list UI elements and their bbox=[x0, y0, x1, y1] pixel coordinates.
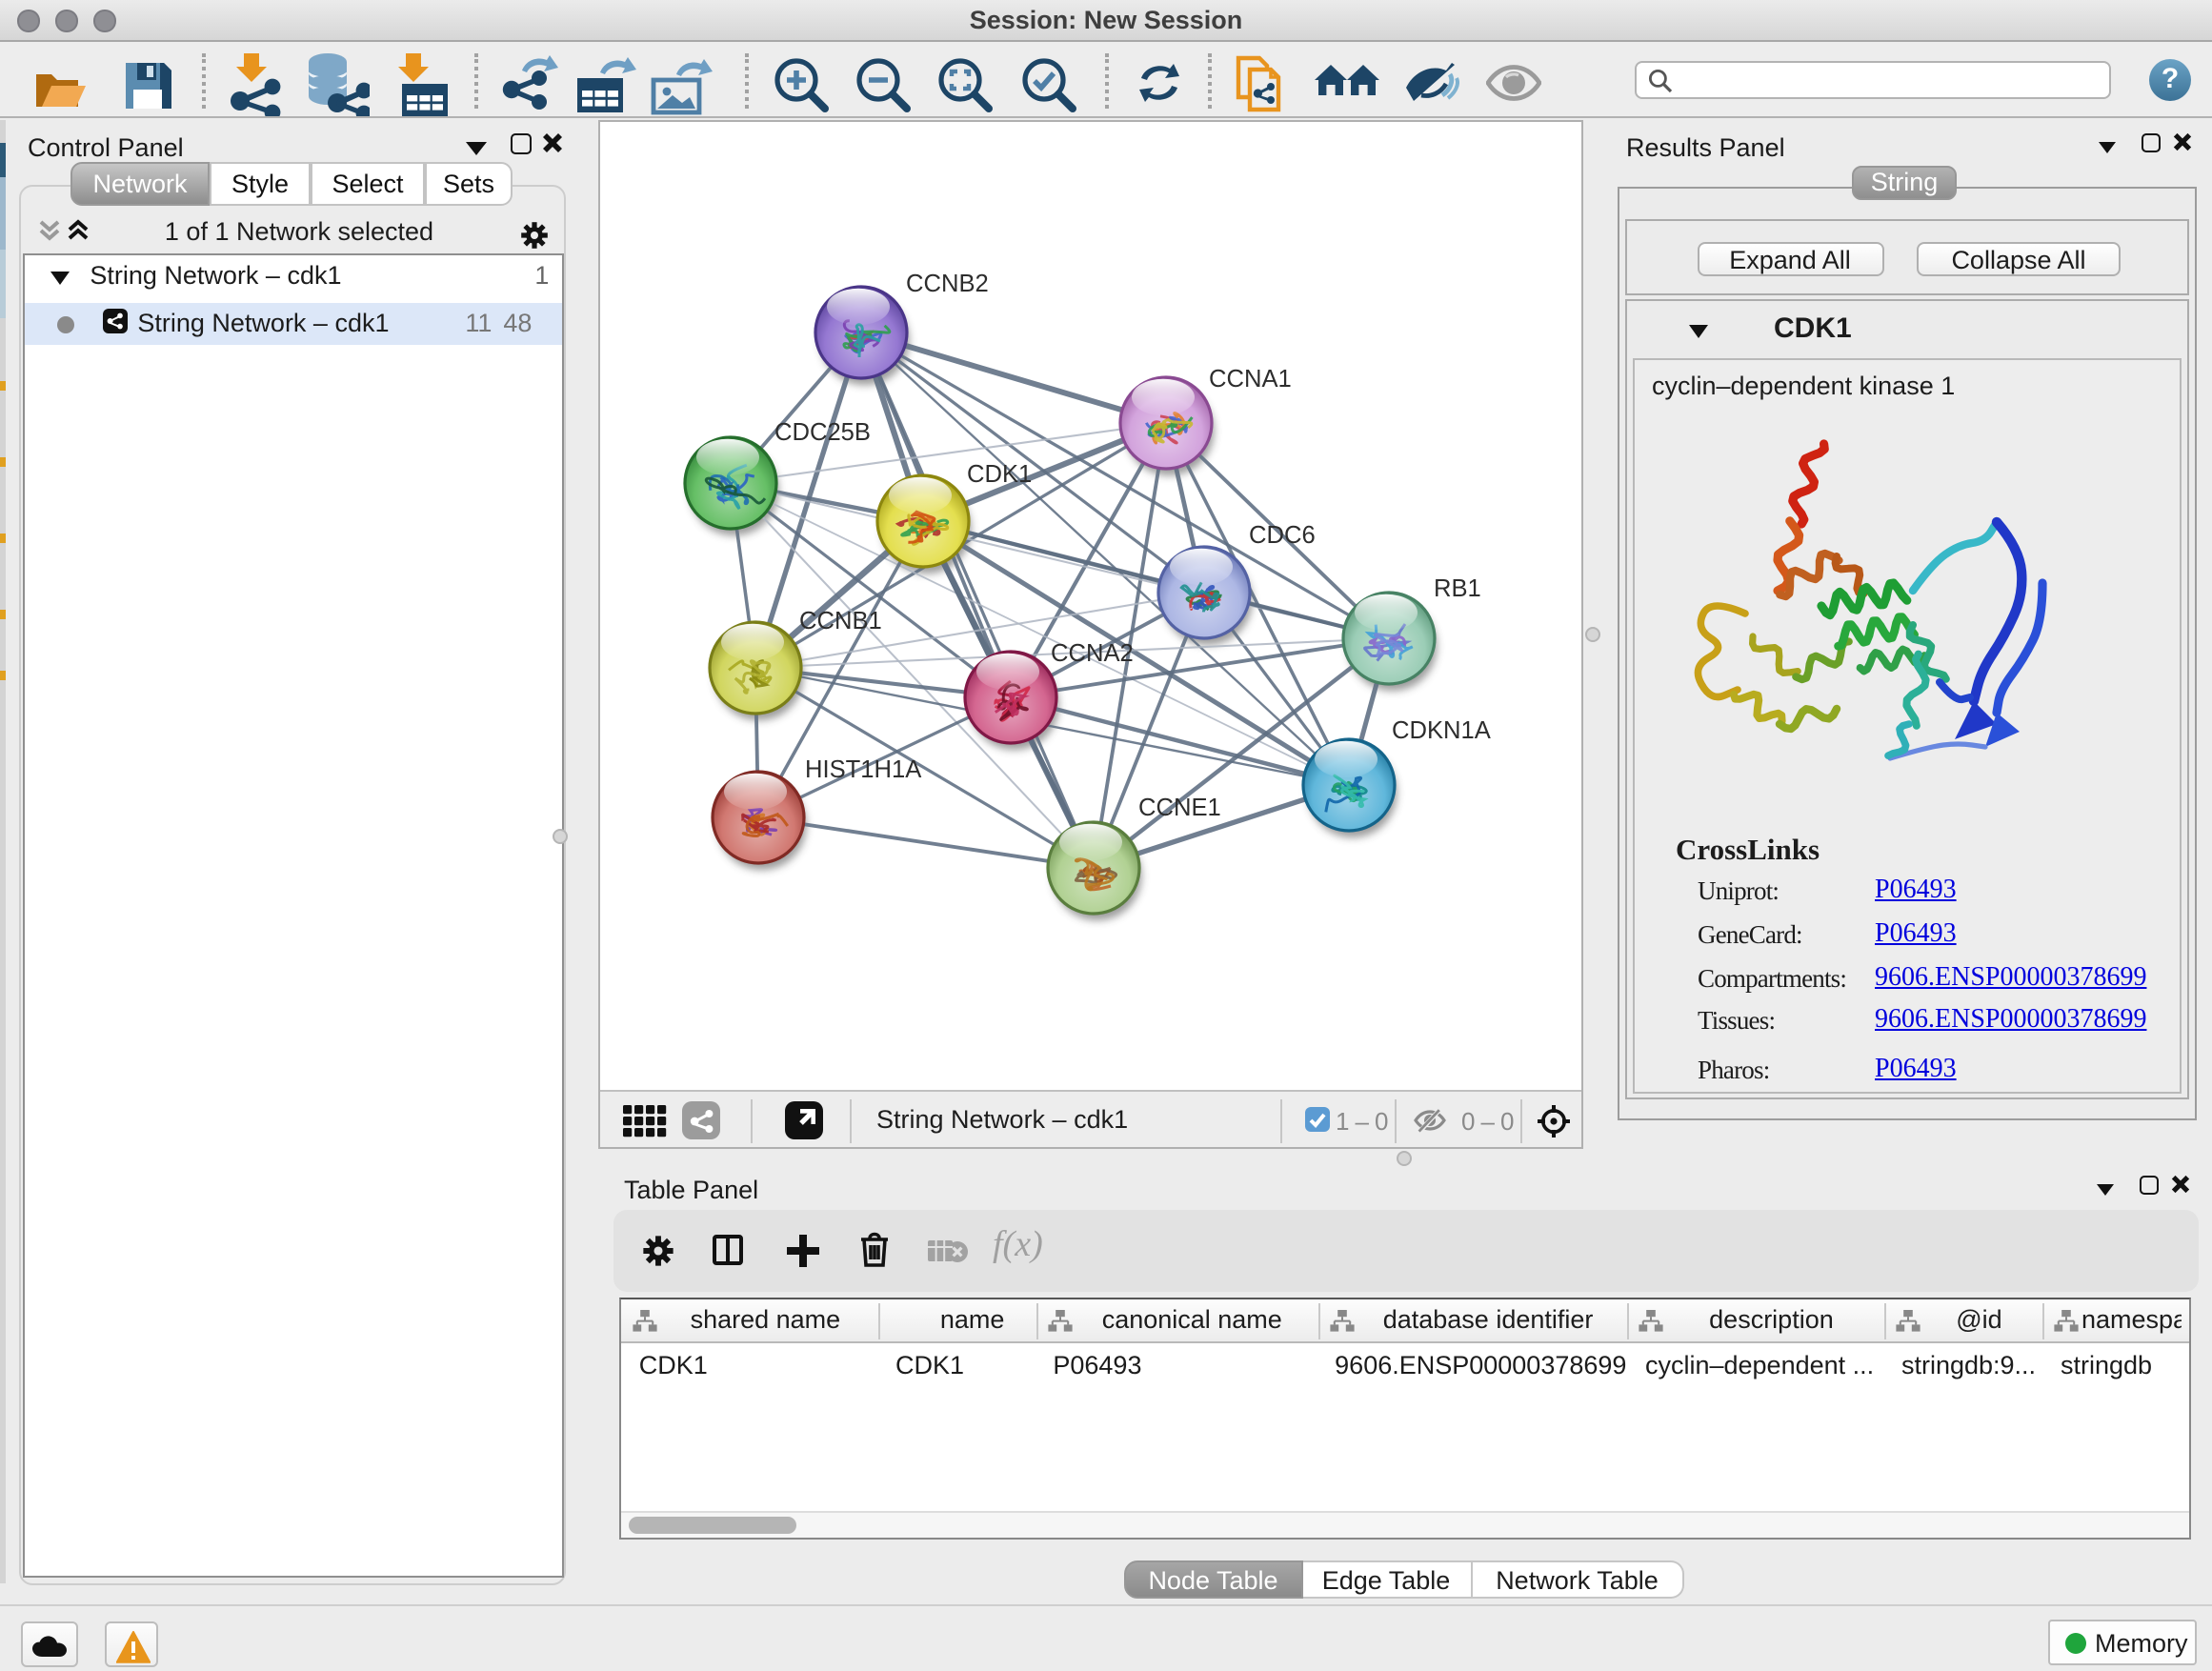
svg-text:CDC6: CDC6 bbox=[1249, 521, 1316, 548]
svg-text:CCNB1: CCNB1 bbox=[799, 607, 882, 634]
svg-text:CDC25B: CDC25B bbox=[774, 418, 871, 445]
svg-text:CCNE1: CCNE1 bbox=[1138, 794, 1221, 820]
svg-text:CCNB2: CCNB2 bbox=[906, 270, 989, 296]
svg-text:RB1: RB1 bbox=[1434, 574, 1481, 601]
svg-text:CCNA1: CCNA1 bbox=[1209, 365, 1292, 392]
svg-text:CDK1: CDK1 bbox=[967, 460, 1032, 487]
svg-text:CDKN1A: CDKN1A bbox=[1392, 716, 1492, 743]
svg-text:HIST1H1A: HIST1H1A bbox=[805, 755, 922, 782]
svg-text:CCNA2: CCNA2 bbox=[1051, 639, 1134, 666]
